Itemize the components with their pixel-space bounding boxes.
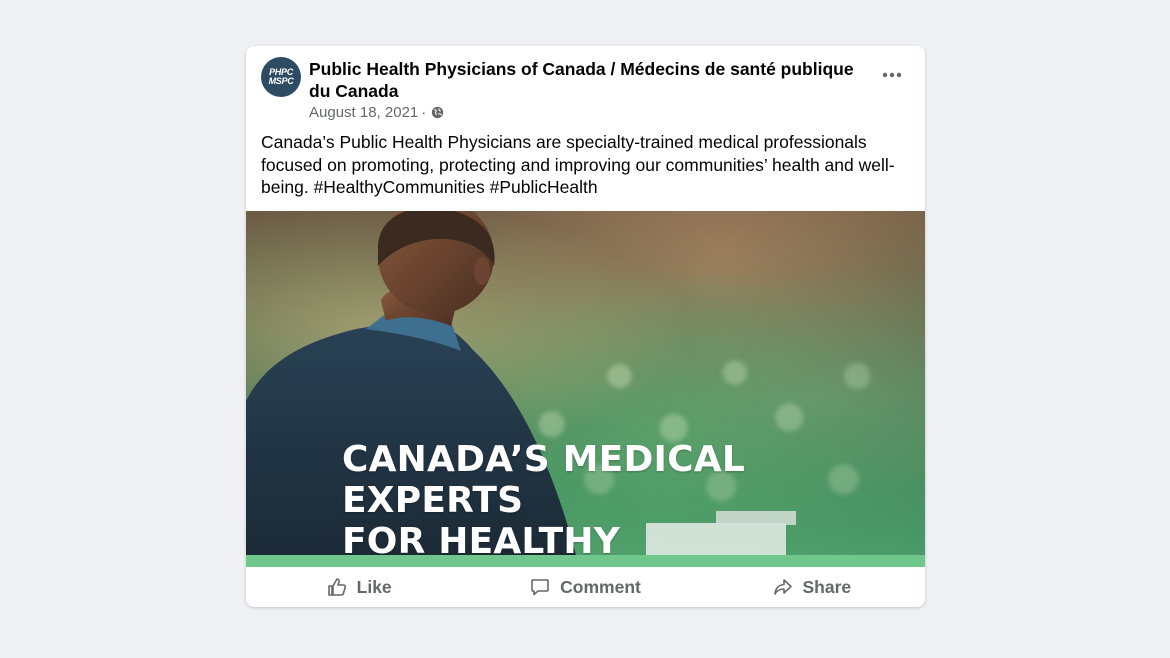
- avatar-line2: MSPC: [268, 76, 294, 86]
- meta-separator: ·: [421, 104, 427, 121]
- globe-icon[interactable]: [431, 106, 444, 119]
- avatar[interactable]: PHPC MSPC: [261, 57, 301, 97]
- like-label: Like: [356, 576, 392, 597]
- hashtag-public-health[interactable]: #PublicHealth: [490, 177, 598, 197]
- post-card: PHPC MSPC Public Health Physicians of Ca…: [246, 46, 925, 607]
- hashtag-healthy-communities[interactable]: #HealthyCommunities: [314, 177, 485, 197]
- page-name-link[interactable]: Public Health Physicians of Canada / Méd…: [309, 58, 869, 102]
- thumbs-up-icon: [327, 578, 346, 596]
- headline-line2: FOR HEALTHY COMMUNITIES.: [342, 521, 620, 555]
- share-arrow-icon: [773, 579, 792, 595]
- post-image[interactable]: CANADA’S MEDICAL EXPERTS FOR HEALTHY COM…: [246, 211, 925, 555]
- comment-bubble-icon: [531, 579, 549, 596]
- post-date[interactable]: August 18, 2021: [309, 104, 418, 121]
- post-text: Canada’s Public Health Physicians are sp…: [261, 131, 901, 199]
- comment-label: Comment: [560, 576, 641, 597]
- headline-line1: CANADA’S MEDICAL EXPERTS: [342, 439, 745, 521]
- comment-button[interactable]: Comment: [472, 567, 698, 607]
- action-bar: Like Comment Share: [246, 567, 925, 607]
- share-button[interactable]: Share: [699, 567, 925, 607]
- like-button[interactable]: Like: [246, 567, 472, 607]
- share-label: Share: [802, 576, 852, 597]
- post-header: PHPC MSPC Public Health Physicians of Ca…: [246, 46, 925, 126]
- image-accent-strip: [246, 555, 925, 567]
- image-headline: CANADA’S MEDICAL EXPERTS FOR HEALTHY COM…: [342, 439, 925, 555]
- more-options-icon[interactable]: [881, 64, 903, 86]
- post-meta: August 18, 2021 ·: [309, 104, 444, 121]
